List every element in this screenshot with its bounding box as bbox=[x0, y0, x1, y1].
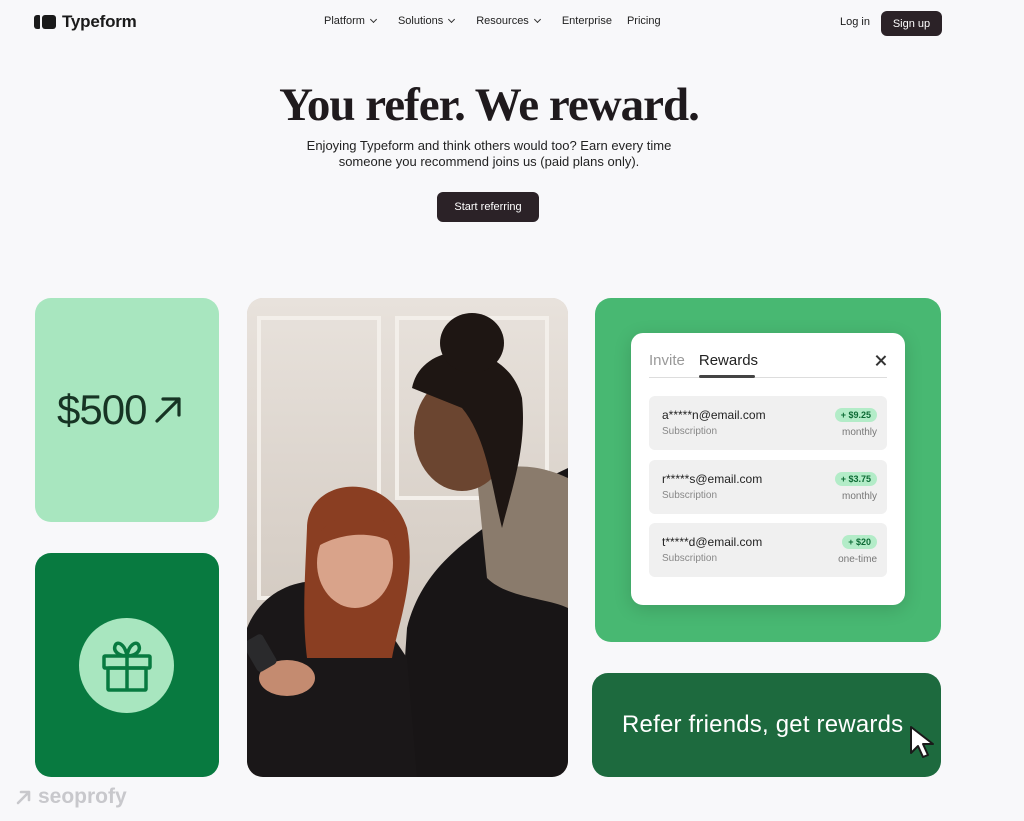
chevron-down-icon bbox=[448, 15, 456, 24]
typeform-logo-icon bbox=[34, 15, 56, 29]
rewards-panel: Invite Rewards a*****n@email.com Subscri… bbox=[631, 333, 905, 605]
typeform-logo[interactable]: Typeform bbox=[34, 12, 137, 32]
reward-row: r*****s@email.com Subscription + $3.75 m… bbox=[649, 460, 887, 514]
top-nav: Typeform Platform Solutions Resources En… bbox=[0, 0, 1024, 46]
reward-amount-card: $500 bbox=[35, 298, 219, 522]
gift-icon bbox=[101, 641, 152, 692]
chevron-down-icon bbox=[369, 15, 378, 24]
arrow-icon bbox=[16, 790, 31, 805]
nav-item-solutions[interactable]: Solutions bbox=[397, 15, 456, 27]
reward-row: a*****n@email.com Subscription + $9.25 m… bbox=[649, 396, 887, 450]
reward-type: Subscription bbox=[662, 490, 718, 501]
gift-card bbox=[35, 553, 219, 777]
rewards-tabs: Invite Rewards bbox=[649, 352, 758, 369]
refer-friends-text: Refer friends, get rewards bbox=[622, 711, 904, 738]
reward-type: Subscription bbox=[662, 553, 718, 564]
reward-frequency: monthly bbox=[841, 491, 877, 502]
reward-amount-value: $500 bbox=[57, 386, 147, 433]
tab-rewards[interactable]: Rewards bbox=[699, 352, 758, 369]
photo-illustration bbox=[247, 298, 568, 777]
nav-item-platform[interactable]: Platform bbox=[324, 15, 378, 27]
nav-item-label: Resources bbox=[476, 15, 529, 27]
seoprofy-watermark: seoprofy bbox=[16, 785, 127, 809]
main-menu: Platform Solutions Resources Enterprise … bbox=[324, 15, 661, 27]
hero-subtitle-line: someone you recommend joins us (paid pla… bbox=[338, 154, 640, 169]
nav-item-enterprise[interactable]: Enterprise bbox=[562, 15, 612, 27]
reward-type: Subscription bbox=[662, 426, 718, 437]
tab-divider bbox=[649, 377, 887, 378]
reward-email: t*****d@email.com bbox=[662, 535, 763, 549]
reward-row: t*****d@email.com Subscription + $20 one… bbox=[649, 523, 887, 577]
hero-subtitle-line: Enjoying Typeform and think others would… bbox=[306, 138, 672, 153]
brand-name: Typeform bbox=[62, 12, 137, 31]
friends-photo bbox=[247, 298, 568, 777]
close-icon[interactable] bbox=[875, 355, 887, 367]
reward-amount-badge: + $9.25 bbox=[834, 408, 877, 422]
login-link[interactable]: Log in bbox=[840, 16, 870, 28]
tab-invite[interactable]: Invite bbox=[649, 352, 685, 369]
nav-item-label: Platform bbox=[324, 15, 365, 27]
gift-circle bbox=[79, 618, 174, 713]
reward-frequency: one-time bbox=[838, 554, 877, 565]
nav-item-pricing[interactable]: Pricing bbox=[627, 15, 661, 27]
nav-item-label: Enterprise bbox=[561, 15, 612, 27]
nav-item-resources[interactable]: Resources bbox=[476, 15, 541, 27]
hero-subtitle: Enjoying Typeform and think others would… bbox=[0, 138, 978, 170]
refer-friends-card[interactable]: Refer friends, get rewards bbox=[592, 673, 941, 777]
cursor-icon bbox=[910, 726, 934, 758]
signup-button[interactable]: Sign up bbox=[881, 11, 942, 36]
active-tab-indicator bbox=[699, 375, 755, 378]
nav-item-label: Solutions bbox=[397, 15, 444, 27]
reward-email: r*****s@email.com bbox=[662, 472, 763, 486]
nav-item-label: Pricing bbox=[626, 15, 661, 27]
arrow-up-right-icon bbox=[155, 397, 182, 423]
reward-amount-badge: + $20 bbox=[842, 535, 877, 549]
reward-amount: $500 bbox=[57, 386, 184, 434]
start-referring-button[interactable]: Start referring bbox=[437, 192, 539, 222]
hero-title: You refer. We reward. bbox=[279, 79, 700, 131]
reward-frequency: monthly bbox=[841, 427, 877, 438]
reward-amount-badge: + $3.75 bbox=[834, 472, 877, 486]
reward-email: a*****n@email.com bbox=[662, 408, 766, 422]
chevron-down-icon bbox=[533, 15, 541, 24]
watermark-text: seoprofy bbox=[38, 785, 127, 808]
rewards-card: Invite Rewards a*****n@email.com Subscri… bbox=[595, 298, 941, 642]
